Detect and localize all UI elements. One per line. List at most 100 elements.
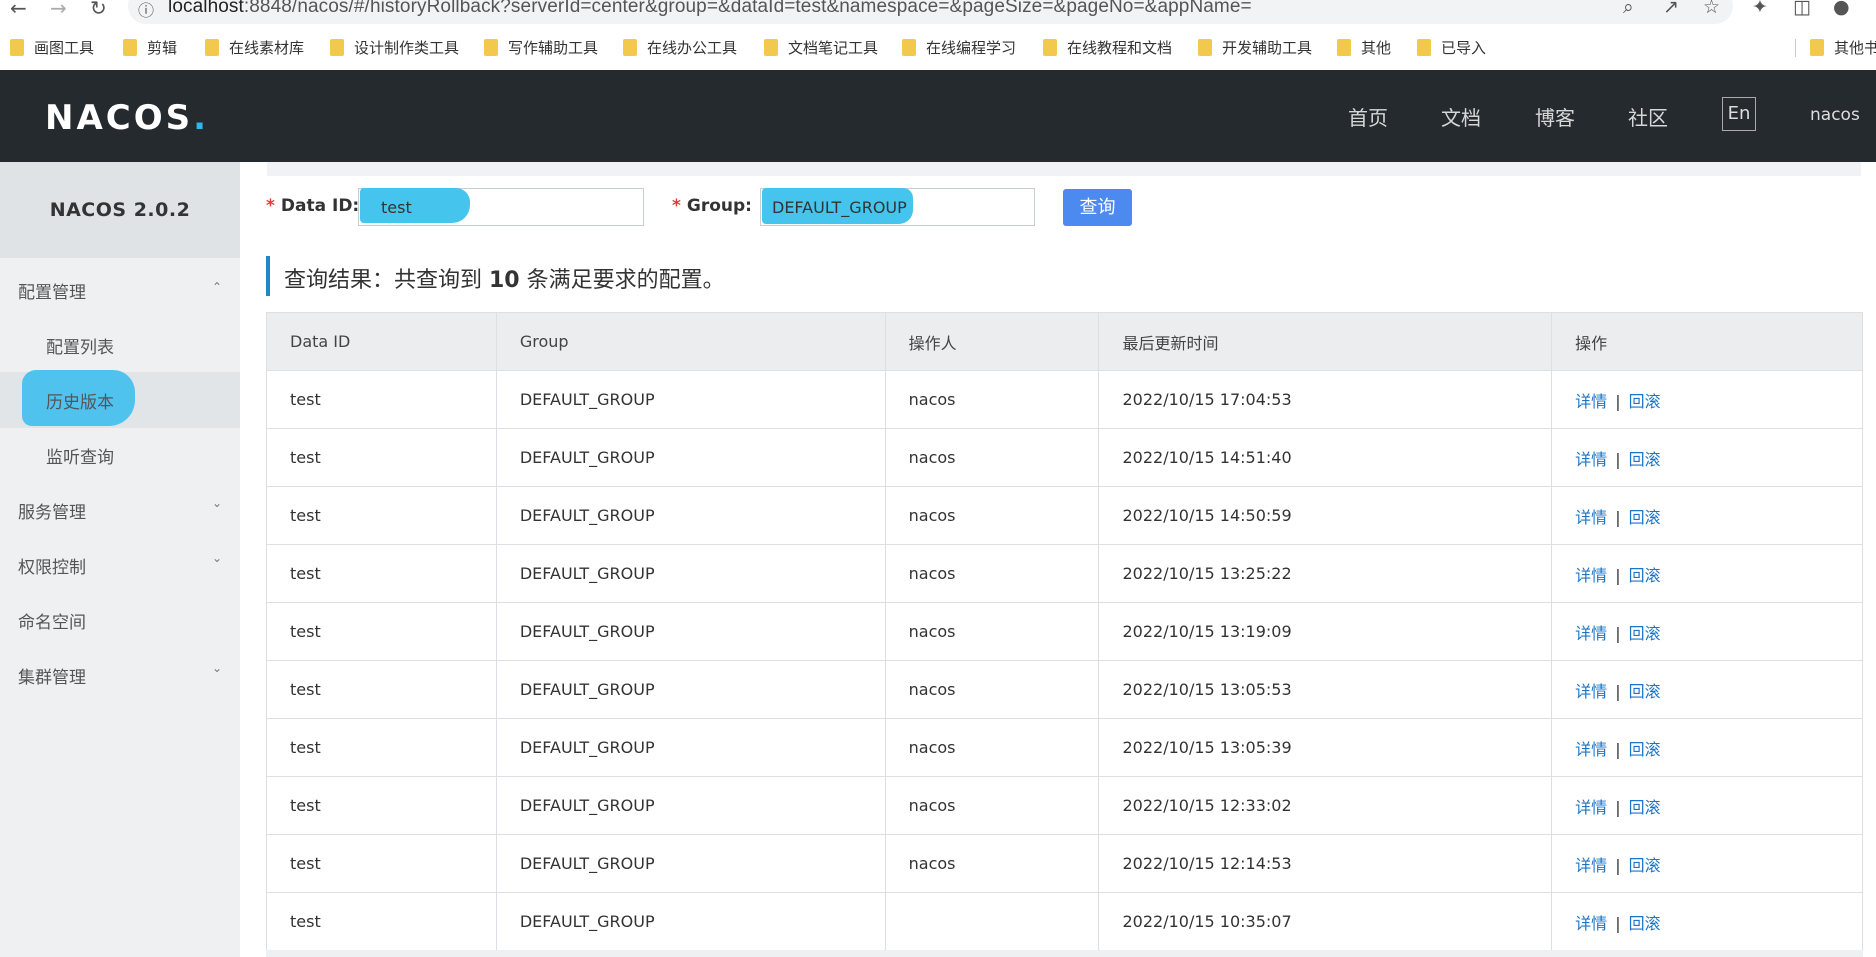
cell-data-id: test	[266, 718, 497, 777]
star-icon[interactable]: ☆	[1703, 0, 1720, 18]
cell-operator: nacos	[884, 370, 1100, 429]
nav-home-link[interactable]: 首页	[1348, 102, 1388, 131]
cell-data-id: test	[266, 834, 497, 893]
language-toggle-button[interactable]: En	[1722, 97, 1756, 131]
chevron-down-icon[interactable]: ⌄	[212, 661, 222, 675]
reload-icon[interactable]: ↻	[90, 0, 107, 20]
bookmark-folder[interactable]: 已导入	[1417, 37, 1486, 58]
detail-link[interactable]: 详情	[1575, 392, 1607, 411]
content-top-strip	[267, 162, 1861, 176]
result-accent-bar	[266, 256, 270, 296]
bookmark-folder[interactable]: 设计制作类工具	[330, 37, 459, 58]
ops-separator: |	[1615, 565, 1621, 585]
app-header: NACOS. 首页 文档 博客 社区 En nacos	[0, 70, 1876, 162]
cell-operator: nacos	[884, 602, 1100, 661]
share-icon[interactable]: ↗	[1663, 0, 1679, 18]
extensions-icon[interactable]: ✦	[1752, 0, 1768, 18]
cell-operations: 详情 | 回滚	[1551, 370, 1863, 429]
nacos-logo[interactable]: NACOS.	[45, 98, 209, 138]
cell-updated-time: 2022/10/15 10:35:07	[1098, 892, 1553, 951]
rollback-link[interactable]: 回滚	[1629, 914, 1661, 933]
rollback-link[interactable]: 回滚	[1629, 682, 1661, 701]
bookmark-folder[interactable]: 在线教程和文档	[1043, 37, 1172, 58]
chevron-down-icon[interactable]: ⌄	[212, 551, 222, 565]
cell-operations: 详情 | 回滚	[1551, 602, 1863, 661]
url-text[interactable]: localhost:8848/nacos/#/historyRollback?s…	[168, 0, 1252, 18]
table-header-row: Data ID Group 操作人 最后更新时间 操作	[266, 312, 1863, 371]
detail-link[interactable]: 详情	[1575, 450, 1607, 469]
rollback-link[interactable]: 回滚	[1629, 508, 1661, 527]
table-row: test DEFAULT_GROUP nacos 2022/10/15 12:3…	[266, 776, 1863, 835]
detail-link[interactable]: 详情	[1575, 914, 1607, 933]
sidebar-item-listener[interactable]: 监听查询	[46, 443, 114, 468]
cell-operations: 详情 | 回滚	[1551, 428, 1863, 487]
sidebar-item-auth[interactable]: 权限控制	[18, 553, 86, 578]
sidebar-item-cluster[interactable]: 集群管理	[18, 663, 86, 688]
bookmark-folder[interactable]: 在线素材库	[205, 37, 304, 58]
detail-link[interactable]: 详情	[1575, 798, 1607, 817]
detail-link[interactable]: 详情	[1575, 566, 1607, 585]
cell-operations: 详情 | 回滚	[1551, 776, 1863, 835]
other-bookmarks[interactable]: 其他书	[1810, 37, 1876, 58]
bookmark-folder[interactable]: 画图工具	[10, 37, 94, 58]
nav-community-link[interactable]: 社区	[1628, 102, 1668, 131]
sidebar-item-history[interactable]: 历史版本	[46, 388, 114, 413]
rollback-link[interactable]: 回滚	[1629, 392, 1661, 411]
zoom-icon[interactable]: ⌕	[1623, 0, 1634, 18]
bookmark-folder[interactable]: 其他	[1337, 37, 1391, 58]
detail-link[interactable]: 详情	[1575, 740, 1607, 759]
bookmark-folder[interactable]: 开发辅助工具	[1198, 37, 1312, 58]
cell-operations: 详情 | 回滚	[1551, 718, 1863, 777]
cell-operator: nacos	[884, 544, 1100, 603]
rollback-link[interactable]: 回滚	[1629, 450, 1661, 469]
dataid-label: * Data ID:	[266, 196, 360, 216]
sidebar-item-namespace[interactable]: 命名空间	[18, 608, 86, 633]
bookmark-folder[interactable]: 写作辅助工具	[484, 37, 598, 58]
detail-link[interactable]: 详情	[1575, 682, 1607, 701]
user-menu[interactable]: nacos	[1810, 105, 1860, 125]
bookmark-folder[interactable]: 在线办公工具	[623, 37, 737, 58]
column-header: Data ID	[266, 312, 497, 371]
folder-icon	[205, 39, 219, 56]
column-header: Group	[495, 312, 886, 371]
site-info-icon[interactable]: ⓘ	[138, 0, 154, 21]
forward-arrow-icon[interactable]: →	[50, 0, 67, 20]
rollback-link[interactable]: 回滚	[1629, 740, 1661, 759]
cell-operator: nacos	[884, 776, 1100, 835]
bookmark-folder[interactable]: 剪辑	[123, 37, 177, 58]
bookmark-folder[interactable]: 在线编程学习	[902, 37, 1016, 58]
detail-link[interactable]: 详情	[1575, 508, 1607, 527]
query-button[interactable]: 查询	[1063, 189, 1132, 226]
chevron-down-icon[interactable]: ⌄	[212, 496, 222, 510]
cell-data-id: test	[266, 544, 497, 603]
ops-separator: |	[1615, 391, 1621, 411]
bookmark-folder[interactable]: 文档笔记工具	[764, 37, 878, 58]
cell-group: DEFAULT_GROUP	[495, 718, 886, 777]
nav-docs-link[interactable]: 文档	[1441, 102, 1481, 131]
column-header: 操作	[1551, 312, 1863, 371]
cell-data-id: test	[266, 486, 497, 545]
chevron-up-icon[interactable]: ⌃	[212, 280, 222, 294]
detail-link[interactable]: 详情	[1575, 856, 1607, 875]
nav-blog-link[interactable]: 博客	[1535, 102, 1575, 131]
rollback-link[interactable]: 回滚	[1629, 856, 1661, 875]
cell-group: DEFAULT_GROUP	[495, 486, 886, 545]
sidebar-item-config-mgmt[interactable]: 配置管理	[18, 278, 86, 303]
sidepanel-icon[interactable]: ◫	[1793, 0, 1811, 18]
table-row: test DEFAULT_GROUP nacos 2022/10/15 14:5…	[266, 486, 1863, 545]
ops-separator: |	[1615, 623, 1621, 643]
back-arrow-icon[interactable]: ←	[10, 0, 27, 20]
rollback-link[interactable]: 回滚	[1629, 624, 1661, 643]
cell-operator	[884, 892, 1100, 951]
cell-updated-time: 2022/10/15 17:04:53	[1098, 370, 1553, 429]
cell-group: DEFAULT_GROUP	[495, 834, 886, 893]
rollback-link[interactable]: 回滚	[1629, 566, 1661, 585]
detail-link[interactable]: 详情	[1575, 624, 1607, 643]
profile-icon[interactable]: ●	[1833, 0, 1850, 18]
folder-icon	[1810, 39, 1824, 56]
rollback-link[interactable]: 回滚	[1629, 798, 1661, 817]
sidebar-item-config-list[interactable]: 配置列表	[46, 333, 114, 358]
table-row: test DEFAULT_GROUP nacos 2022/10/15 13:1…	[266, 602, 1863, 661]
sidebar-item-service-mgmt[interactable]: 服务管理	[18, 498, 86, 523]
table-row: test DEFAULT_GROUP nacos 2022/10/15 17:0…	[266, 370, 1863, 429]
